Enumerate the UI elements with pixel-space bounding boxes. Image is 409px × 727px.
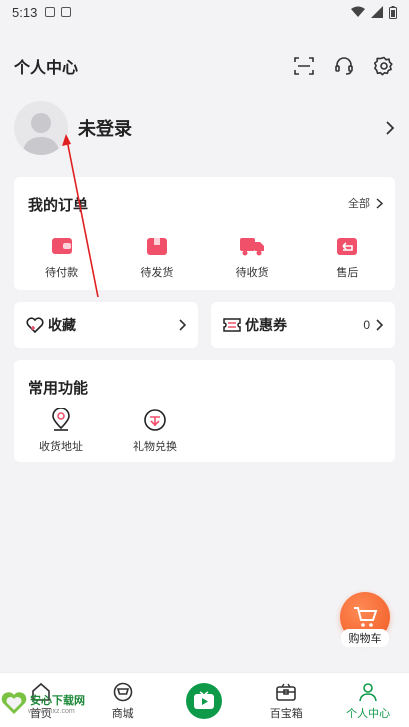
order-to-ship[interactable]: 待发货 <box>109 235 204 280</box>
customer-service-icon[interactable] <box>333 55 355 77</box>
order-pending-payment[interactable]: 待付款 <box>14 235 109 280</box>
watermark-text: 安心下载网 <box>30 694 85 707</box>
functions-title: 常用功能 <box>28 380 89 397</box>
chevron-right-icon <box>376 197 383 209</box>
watermark-heart-logo <box>1 692 27 714</box>
gift-exchange-button[interactable]: 礼物兑换 <box>108 408 202 454</box>
page-header: 个人中心 <box>14 50 395 82</box>
shipping-address-button[interactable]: 收货地址 <box>14 408 108 454</box>
location-pin-icon <box>52 408 70 431</box>
battery-icon <box>389 5 397 19</box>
wifi-icon <box>351 6 365 17</box>
watermark: 安心下载网 www.anxz.com <box>0 690 85 716</box>
common-functions-card: 常用功能 收货地址 礼物兑换 <box>14 360 395 462</box>
tab-personal-center[interactable]: 个人中心 <box>327 673 409 727</box>
truck-icon <box>240 238 265 256</box>
function-item-label: 收货地址 <box>39 441 83 453</box>
my-orders-card: 我的订单 全部 待付款 待发货 待收货 售后 <box>14 177 395 290</box>
heart-plus-icon <box>26 317 44 334</box>
coupon-count: 0 <box>363 318 370 332</box>
wallet-icon <box>51 238 72 254</box>
notification-b-icon <box>61 7 72 17</box>
all-orders-label: 全部 <box>348 198 370 210</box>
order-item-label: 待发货 <box>140 267 174 279</box>
shop-icon <box>113 682 132 702</box>
default-avatar-icon <box>22 113 60 155</box>
treasure-box-icon <box>276 683 297 701</box>
tab-treasure-box[interactable]: 百宝箱 <box>245 673 327 727</box>
tab-label: 个人中心 <box>346 708 391 720</box>
video-center-button[interactable] <box>186 683 223 719</box>
order-after-sales[interactable]: 售后 <box>300 235 395 280</box>
all-orders-link[interactable]: 全部 <box>348 195 383 211</box>
notification-a-icon <box>45 7 56 17</box>
order-item-label: 售后 <box>336 267 359 279</box>
cart-fab-label[interactable]: 购物车 <box>341 629 389 647</box>
order-item-label: 待收货 <box>235 267 269 279</box>
function-item-label: 礼物兑换 <box>133 441 177 453</box>
settings-gear-icon[interactable] <box>373 55 395 77</box>
coupon-ticket-icon <box>223 318 241 332</box>
video-play-icon <box>194 691 215 709</box>
chevron-right-icon <box>179 319 186 331</box>
status-bar: 5:13 <box>0 0 409 24</box>
orders-title: 我的订单 <box>28 197 89 214</box>
signal-icon <box>371 6 383 18</box>
tab-label: 商城 <box>111 708 134 720</box>
favorites-label: 收藏 <box>48 317 76 333</box>
order-to-receive[interactable]: 待收货 <box>205 235 300 280</box>
shopping-cart-icon <box>354 607 378 627</box>
avatar[interactable] <box>14 101 68 155</box>
chevron-right-icon <box>376 319 383 331</box>
order-item-label: 待付款 <box>45 267 79 279</box>
favorites-card[interactable]: 收藏 <box>14 302 198 348</box>
login-status-label[interactable]: 未登录 <box>78 115 132 141</box>
coupons-label: 优惠券 <box>245 317 287 333</box>
status-time: 5:13 <box>12 4 38 20</box>
gift-exchange-icon <box>144 409 166 431</box>
tab-label: 百宝箱 <box>269 708 303 720</box>
tab-video[interactable] <box>164 673 246 727</box>
tab-shop[interactable]: 商城 <box>82 673 164 727</box>
person-icon <box>359 683 377 702</box>
profile-row[interactable]: 未登录 <box>14 100 395 156</box>
chevron-right-icon[interactable] <box>385 120 395 136</box>
scan-icon[interactable] <box>293 55 315 77</box>
return-icon <box>337 238 358 255</box>
page-title: 个人中心 <box>14 60 79 77</box>
coupons-card[interactable]: 优惠券 0 <box>211 302 395 348</box>
watermark-url: www.anxz.com <box>28 707 75 715</box>
package-icon <box>146 238 167 255</box>
